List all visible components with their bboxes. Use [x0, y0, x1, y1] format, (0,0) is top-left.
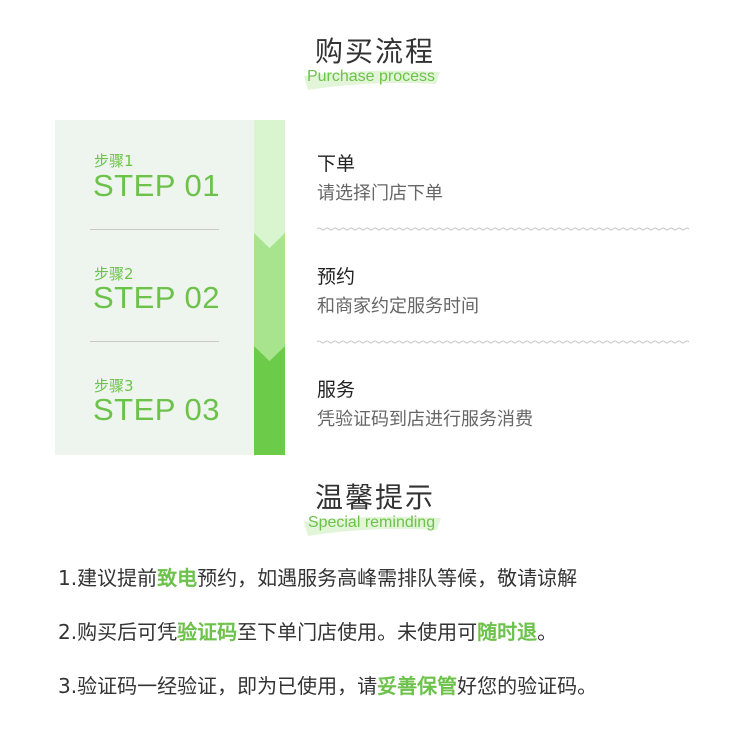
step-divider [90, 229, 219, 230]
tip-3-text: 3.验证码一经验证，即为已使用，请 [58, 674, 378, 698]
step3-title: 服务 [317, 379, 356, 401]
tip-1-text: 1.建议提前 [58, 566, 158, 590]
step1-label-en: STEP 01 [93, 168, 221, 203]
step-divider [90, 341, 219, 342]
step1-title: 下单 [317, 153, 356, 175]
step2-desc: 和商家约定服务时间 [317, 296, 479, 317]
tip-3: 3.验证码一经验证，即为已使用，请妥善保管好您的验证码。 [58, 670, 597, 699]
tip-2-highlight-2: 随时退 [477, 620, 538, 644]
tip-1-highlight: 致电 [157, 566, 198, 590]
step-progress-bar [254, 120, 285, 455]
tip-2-text-mid: 至下单门店使用。未使用可 [237, 620, 478, 644]
step2-bar-segment [254, 233, 285, 361]
reminder-subtitle-text: Special reminding [307, 514, 436, 531]
tip-2: 2.购买后可凭验证码至下单门店使用。未使用可随时退。 [58, 616, 557, 645]
purchase-process-subtitle-text: Purchase process [306, 68, 436, 85]
tip-1: 1.建议提前致电预约，如遇服务高峰需排队等候，敬请谅解 [58, 562, 577, 591]
step1-wavy-divider [317, 227, 690, 231]
tip-3-highlight: 妥善保管 [377, 674, 458, 698]
reminder-title: 温馨提示 [314, 481, 435, 514]
tip-2-highlight: 验证码 [177, 620, 238, 644]
purchase-process-title: 购买流程 [314, 35, 435, 68]
tip-2-text: 2.购买后可凭 [58, 620, 178, 644]
step3-bar-segment [254, 346, 285, 455]
step3-desc: 凭验证码到店进行服务消费 [317, 409, 533, 430]
step2-label-en: STEP 02 [93, 280, 221, 315]
step1-bar-segment [254, 120, 285, 248]
reminder-subtitle: Special reminding [300, 512, 443, 536]
tip-2-text-end: 。 [537, 620, 558, 644]
step2-title: 预约 [317, 266, 356, 288]
tip-3-text-end: 好您的验证码。 [457, 674, 598, 698]
purchase-process-subtitle: Purchase process [300, 66, 442, 90]
step3-label-en: STEP 03 [93, 392, 221, 427]
step1-desc: 请选择门店下单 [317, 183, 443, 204]
step2-wavy-divider [317, 340, 690, 344]
tip-1-text-end: 预约，如遇服务高峰需排队等候，敬请谅解 [197, 566, 578, 590]
